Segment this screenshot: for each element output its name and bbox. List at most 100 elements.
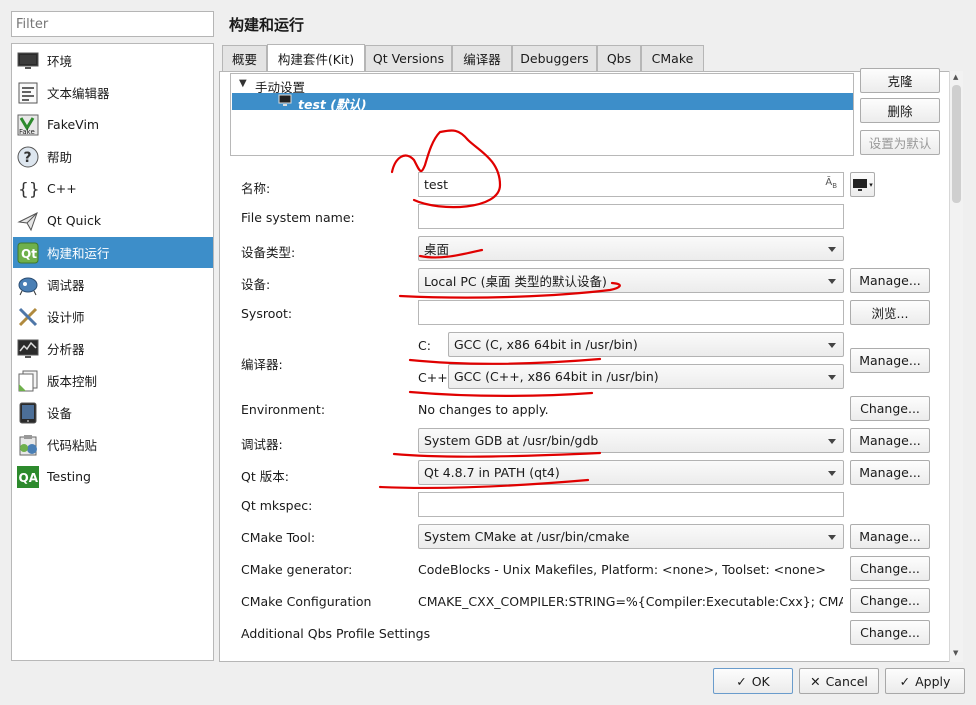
cmake-tool-manage-button[interactable]: Manage... xyxy=(850,524,930,549)
c-compiler-value: GCC (C, x86 64bit in /usr/bin) xyxy=(454,337,638,352)
clone-button[interactable]: 克隆 xyxy=(860,68,940,93)
version-control-icon xyxy=(16,369,40,393)
tab-compilers[interactable]: 编译器 xyxy=(452,45,512,71)
text-variable-icon[interactable]: ᾹB xyxy=(825,177,837,190)
name-label: 名称: xyxy=(241,181,271,196)
ok-label: OK xyxy=(751,673,770,689)
device-manage-button[interactable]: Manage... xyxy=(850,268,930,293)
tree-item-test[interactable]: test (默认) xyxy=(232,93,853,112)
device-type-select[interactable]: 桌面 xyxy=(418,236,844,261)
device-label: 设备: xyxy=(241,277,271,292)
nav-item-devices[interactable]: 设备 xyxy=(13,397,213,428)
fs-name-input[interactable] xyxy=(418,204,844,229)
analyzer-icon xyxy=(16,337,40,361)
nav-label: 设备 xyxy=(47,406,73,421)
debugger-manage-button[interactable]: Manage... xyxy=(850,428,930,453)
chevron-down-icon xyxy=(828,471,836,476)
nav-item-fakevim[interactable]: Fake FakeVim xyxy=(13,109,213,140)
qbs-settings-change-button[interactable]: Change... xyxy=(850,620,930,645)
build-run-icon: Qt xyxy=(16,241,40,265)
nav-item-analyzer[interactable]: 分析器 xyxy=(13,333,213,364)
cmake-config-change-button[interactable]: Change... xyxy=(850,588,930,613)
nav-item-cpp[interactable]: {} C++ xyxy=(13,173,213,204)
name-input-value: test xyxy=(424,177,449,192)
kit-tree[interactable]: ▼ 手动设置 test (默认) xyxy=(230,73,854,156)
environment-change-button[interactable]: Change... xyxy=(850,396,930,421)
svg-text:QA: QA xyxy=(19,471,39,485)
nav-item-qt-quick[interactable]: Qt Quick xyxy=(13,205,213,236)
nav-item-designer[interactable]: 设计师 xyxy=(13,301,213,332)
device-select[interactable]: Local PC (桌面 类型的默认设备) xyxy=(418,268,844,293)
tab-overview[interactable]: 概要 xyxy=(222,45,267,71)
nav-item-build-run[interactable]: Qt 构建和运行 xyxy=(13,237,213,268)
scroll-thumb[interactable] xyxy=(952,85,961,203)
device-value: Local PC (桌面 类型的默认设备) xyxy=(424,274,607,289)
nav-label: Qt Quick xyxy=(47,213,102,228)
nav-label: 调试器 xyxy=(47,278,85,293)
name-input[interactable]: test ᾹB xyxy=(418,172,844,197)
nav-item-version-control[interactable]: 版本控制 xyxy=(13,365,213,396)
compiler-manage-button[interactable]: Manage... xyxy=(850,348,930,373)
nav-label: 帮助 xyxy=(47,150,73,165)
cmake-tool-label: CMake Tool: xyxy=(241,530,316,545)
tab-kits[interactable]: 构建套件(Kit) xyxy=(267,44,365,72)
fs-name-label: File system name: xyxy=(241,210,355,225)
qt-version-select[interactable]: Qt 4.8.7 in PATH (qt4) xyxy=(418,460,844,485)
cmake-generator-label: CMake generator: xyxy=(241,562,353,577)
apply-button[interactable]: ✓ Apply xyxy=(885,668,965,694)
svg-text:Qt: Qt xyxy=(21,247,37,261)
tab-cmake[interactable]: CMake xyxy=(641,45,704,71)
cmake-generator-change-button[interactable]: Change... xyxy=(850,556,930,581)
chevron-down-icon xyxy=(828,343,836,348)
qt-version-manage-button[interactable]: Manage... xyxy=(850,460,930,485)
filter-input[interactable] xyxy=(11,11,214,37)
cpp-compiler-select[interactable]: GCC (C++, x86 64bit in /usr/bin) xyxy=(448,364,844,389)
device-icon-button[interactable]: ▾ xyxy=(850,172,875,197)
scroll-up-icon[interactable]: ▲ xyxy=(953,73,958,81)
category-list[interactable]: 环境 文本编辑器 Fake FakeVim ? 帮助 {} C++ Qt Qui… xyxy=(11,43,214,661)
cancel-icon: ✕ xyxy=(810,673,821,689)
c-compiler-select[interactable]: GCC (C, x86 64bit in /usr/bin) xyxy=(448,332,844,357)
scroll-down-icon[interactable]: ▼ xyxy=(953,649,958,657)
qa-icon: QA xyxy=(16,465,40,489)
remove-button[interactable]: 删除 xyxy=(860,98,940,123)
text-editor-icon xyxy=(16,81,40,105)
nav-label: 文本编辑器 xyxy=(47,86,110,101)
tab-debuggers[interactable]: Debuggers xyxy=(512,45,597,71)
help-icon: ? xyxy=(16,145,40,169)
nav-item-environment[interactable]: 环境 xyxy=(13,45,213,76)
chevron-down-icon xyxy=(828,279,836,284)
qt-version-value: Qt 4.8.7 in PATH (qt4) xyxy=(424,465,560,480)
sysroot-input[interactable] xyxy=(418,300,844,325)
panel-scrollbar[interactable]: ▲ ▼ xyxy=(949,71,963,662)
mkspec-input[interactable] xyxy=(418,492,844,517)
apply-label: Apply xyxy=(915,673,951,689)
chevron-down-icon xyxy=(828,439,836,444)
tree-item-label: test (默认) xyxy=(298,97,367,112)
debugger-select[interactable]: System GDB at /usr/bin/gdb xyxy=(418,428,844,453)
c-compiler-label: C: xyxy=(418,338,431,353)
device-icon xyxy=(16,401,40,425)
nav-label: 环境 xyxy=(47,54,73,69)
qbs-settings-label: Additional Qbs Profile Settings xyxy=(241,626,431,641)
check-icon: ✓ xyxy=(899,673,911,689)
collapse-arrow-icon[interactable]: ▼ xyxy=(239,78,247,89)
chevron-down-icon xyxy=(828,535,836,540)
cancel-button[interactable]: ✕ Cancel xyxy=(799,668,879,694)
cmake-tool-select[interactable]: System CMake at /usr/bin/cmake xyxy=(418,524,844,549)
tab-qt-versions[interactable]: Qt Versions xyxy=(365,45,452,71)
tab-qbs[interactable]: Qbs xyxy=(597,45,641,71)
nav-item-code-paste[interactable]: 代码粘贴 xyxy=(13,429,213,460)
sysroot-browse-button[interactable]: 浏览... xyxy=(850,300,930,325)
make-default-button[interactable]: 设置为默认 xyxy=(860,130,940,155)
ok-button[interactable]: ✓ OK xyxy=(713,668,793,694)
device-type-value: 桌面 xyxy=(424,242,450,257)
nav-item-debugger[interactable]: 调试器 xyxy=(13,269,213,300)
cpp-compiler-label: C++: xyxy=(418,370,452,385)
nav-item-help[interactable]: ? 帮助 xyxy=(13,141,213,172)
nav-item-text-editor[interactable]: 文本编辑器 xyxy=(13,77,213,108)
nav-item-testing[interactable]: QA Testing xyxy=(13,461,213,492)
check-icon: ✓ xyxy=(736,673,747,689)
paper-plane-icon xyxy=(16,209,40,233)
nav-label: 构建和运行 xyxy=(47,246,110,261)
